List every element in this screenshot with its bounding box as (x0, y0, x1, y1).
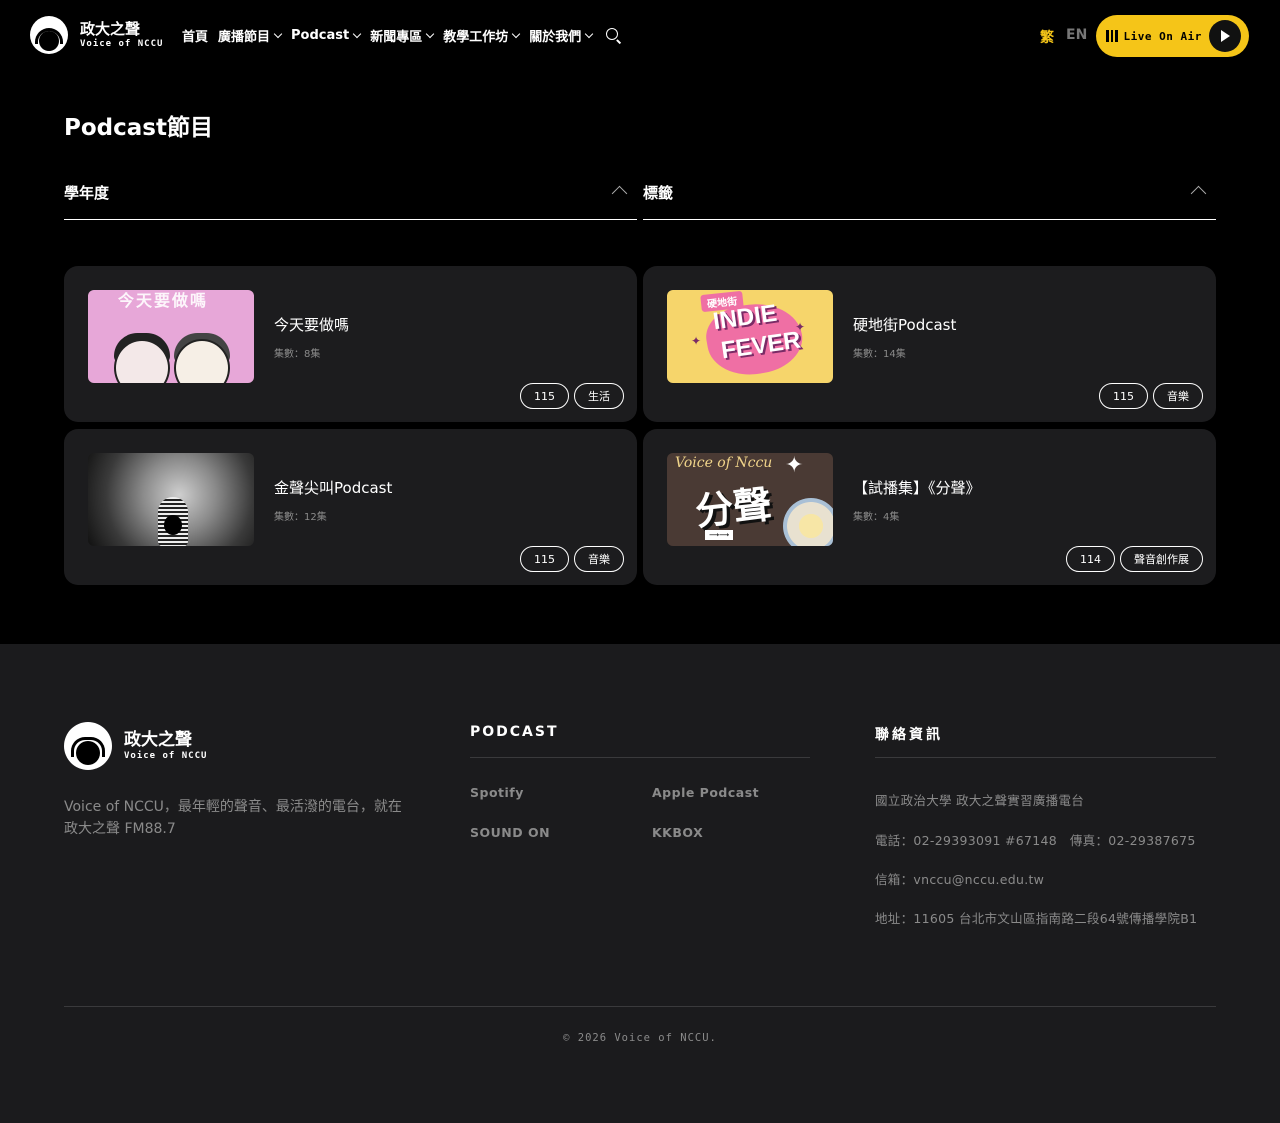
logo-icon (30, 16, 68, 54)
podcast-card[interactable]: Voice of Nccu 分聲 ✦ ⟶⟶ 【試播集】《分聲》 集數：4集 11… (643, 429, 1216, 585)
chevron-down-icon (352, 29, 362, 38)
contact-phone: 電話：02-29393091 #67148 傳真：02-29387675 (875, 833, 1196, 848)
podcast-cover[interactable]: 今天要做嗎 (88, 290, 254, 383)
logo-name-en: Voice of NCCU (80, 38, 164, 49)
footer-link-kkbox[interactable]: KKBOX (652, 825, 703, 840)
star-icon: ✦ (691, 334, 702, 348)
divider (875, 757, 1216, 758)
chevron-up-icon[interactable] (1190, 185, 1207, 202)
episode-count: 集數：4集 (853, 512, 900, 523)
logo-name-zh: 政大之聲 (124, 729, 192, 750)
logo-icon (64, 722, 112, 770)
footer-link-spotify[interactable]: Spotify (470, 785, 524, 800)
episode-count: 集數：8集 (274, 349, 321, 360)
nav-item-home[interactable]: 首頁 (182, 26, 208, 45)
chevron-down-icon (585, 29, 594, 38)
page-title: Podcast節目 (64, 115, 213, 141)
podcast-card[interactable]: 金聲尖叫Podcast 集數：12集 115 音樂 (64, 429, 637, 585)
site-header: 政大之聲 Voice of NCCU 首頁 廣播節目 Podcast 新聞專區 … (0, 0, 1280, 72)
footer-description: Voice of NCCU，最年輕的聲音、最活潑的電台，就在政大之聲 FM88.… (64, 799, 402, 837)
contact-org: 國立政治大學 政大之聲實習廣播電台 (875, 793, 1085, 808)
tag-list: 115 音樂 (520, 546, 624, 572)
search-icon[interactable] (606, 27, 622, 44)
podcast-title[interactable]: 今天要做嗎 (274, 314, 349, 335)
chevron-down-icon (273, 29, 283, 38)
chevron-down-icon (512, 29, 521, 38)
logo-name-zh: 政大之聲 (80, 19, 141, 38)
podcast-cover[interactable] (88, 453, 254, 546)
episode-count: 集數：12集 (274, 512, 327, 523)
podcast-title[interactable]: 【試播集】《分聲》 (853, 477, 981, 498)
footer-podcast-title: PODCAST (470, 724, 559, 740)
nav-item-about[interactable]: 關於我們 (529, 26, 594, 45)
footer-logo[interactable]: 政大之聲 Voice of NCCU (64, 722, 207, 770)
site-logo[interactable]: 政大之聲 Voice of NCCU (30, 16, 163, 54)
equalizer-icon (1106, 30, 1118, 42)
divider (470, 757, 810, 758)
chevron-down-icon (426, 29, 435, 38)
footer-contact-title: 聯絡資訊 (875, 727, 943, 743)
nav-item-podcast[interactable]: Podcast (291, 28, 362, 43)
contact-email[interactable]: 信箱：vnccu@nccu.edu.tw (875, 869, 1044, 888)
live-label: Live On Air (1123, 29, 1202, 43)
filter-year-label: 學年度 (64, 184, 110, 202)
lang-zh-button[interactable]: 繁 (1040, 27, 1054, 47)
podcast-title[interactable]: 金聲尖叫Podcast (274, 477, 392, 498)
sparkle-icon: ✦ (785, 453, 804, 478)
filter-year[interactable]: 學年度 (64, 170, 637, 220)
main-nav: 首頁 廣播節目 Podcast 新聞專區 教學工作坊 關於我們 (182, 26, 622, 45)
filter-tag-label: 標籤 (643, 184, 674, 202)
tag-year[interactable]: 115 (1099, 383, 1148, 409)
tag-year[interactable]: 115 (520, 546, 569, 572)
tag-year[interactable]: 114 (1066, 546, 1115, 572)
podcast-cover[interactable]: 硬地街 INDIE FEVER ✦ ✦ (667, 290, 833, 383)
site-footer: 政大之聲 Voice of NCCU Voice of NCCU，最年輕的聲音、… (0, 644, 1280, 1123)
star-icon: ✦ (795, 320, 806, 334)
podcast-cover[interactable]: Voice of Nccu 分聲 ✦ ⟶⟶ (667, 453, 833, 546)
live-on-air-button[interactable]: Live On Air (1096, 15, 1249, 57)
divider (64, 1006, 1216, 1007)
logo-name-en: Voice of NCCU (124, 750, 208, 761)
filter-tag[interactable]: 標籤 (643, 170, 1216, 220)
tag-list: 115 音樂 (1099, 383, 1203, 409)
podcast-title[interactable]: 硬地街Podcast (853, 314, 956, 335)
chevron-up-icon[interactable] (611, 185, 628, 202)
tag-category[interactable]: 生活 (574, 383, 624, 409)
episode-count: 集數：14集 (853, 349, 906, 360)
podcast-card[interactable]: 硬地街 INDIE FEVER ✦ ✦ 硬地街Podcast 集數：14集 11… (643, 266, 1216, 422)
nav-item-programs[interactable]: 廣播節目 (218, 26, 283, 45)
nav-item-news[interactable]: 新聞專區 (370, 26, 435, 45)
play-icon[interactable] (1209, 20, 1241, 52)
nav-item-workshop[interactable]: 教學工作坊 (443, 26, 521, 45)
tag-category[interactable]: 音樂 (574, 546, 624, 572)
tag-list: 114 聲音創作展 (1066, 546, 1203, 572)
lang-en-button[interactable]: EN (1066, 27, 1087, 43)
footer-link-sound-on[interactable]: SOUND ON (470, 825, 550, 840)
tag-year[interactable]: 115 (520, 383, 569, 409)
tag-category[interactable]: 聲音創作展 (1120, 546, 1203, 572)
copyright: © 2026 Voice of NCCU. (563, 1032, 717, 1044)
footer-link-apple-podcast[interactable]: Apple Podcast (652, 785, 759, 800)
contact-address: 地址：11605 台北市文山區指南路二段64號傳播學院B1 (875, 911, 1198, 926)
podcast-card[interactable]: 今天要做嗎 今天要做嗎 集數：8集 115 生活 (64, 266, 637, 422)
tag-category[interactable]: 音樂 (1153, 383, 1203, 409)
tag-list: 115 生活 (520, 383, 624, 409)
